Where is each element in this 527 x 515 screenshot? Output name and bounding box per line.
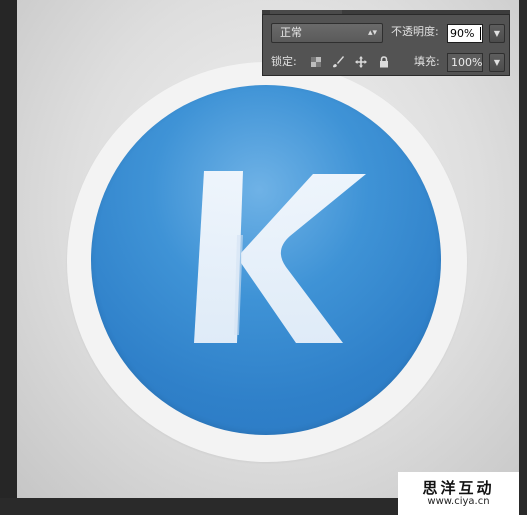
canvas-pasteboard-right [519,0,527,515]
document-canvas[interactable]: 正常 ▴▾ 不透明度: 90% ▼ 锁定: 填充: 100% ▼ 思洋互动 ww… [0,0,527,515]
blend-mode-select[interactable]: 正常 ▴▾ [271,23,383,43]
logo-k-letter-icon [194,171,366,343]
fill-input[interactable]: 100% [447,53,483,72]
chevron-down-icon: ▼ [493,58,501,67]
fill-label: 填充: [414,55,440,68]
watermark-name: 思洋互动 [422,479,495,497]
watermark: 思洋互动 www.ciya.cn [398,472,519,515]
fill-dropdown-button[interactable]: ▼ [489,53,505,72]
opacity-dropdown-button[interactable]: ▼ [489,24,505,43]
layers-panel: 正常 ▴▾ 不透明度: 90% ▼ 锁定: 填充: 100% ▼ [262,14,510,76]
opacity-label: 不透明度: [391,25,439,38]
chevron-down-icon: ▼ [493,29,501,38]
lock-image-pixels-icon[interactable] [331,55,345,69]
lock-label: 锁定: [271,55,297,68]
updown-arrows-icon: ▴▾ [367,28,377,38]
lock-all-icon[interactable] [377,55,391,69]
text-caret [480,27,481,40]
opacity-input[interactable]: 90% [447,24,483,43]
lock-position-icon[interactable] [354,55,368,69]
watermark-url: www.ciya.cn [427,496,490,507]
blend-mode-value: 正常 [280,26,302,39]
lock-transparent-pixels-icon[interactable] [309,55,323,69]
